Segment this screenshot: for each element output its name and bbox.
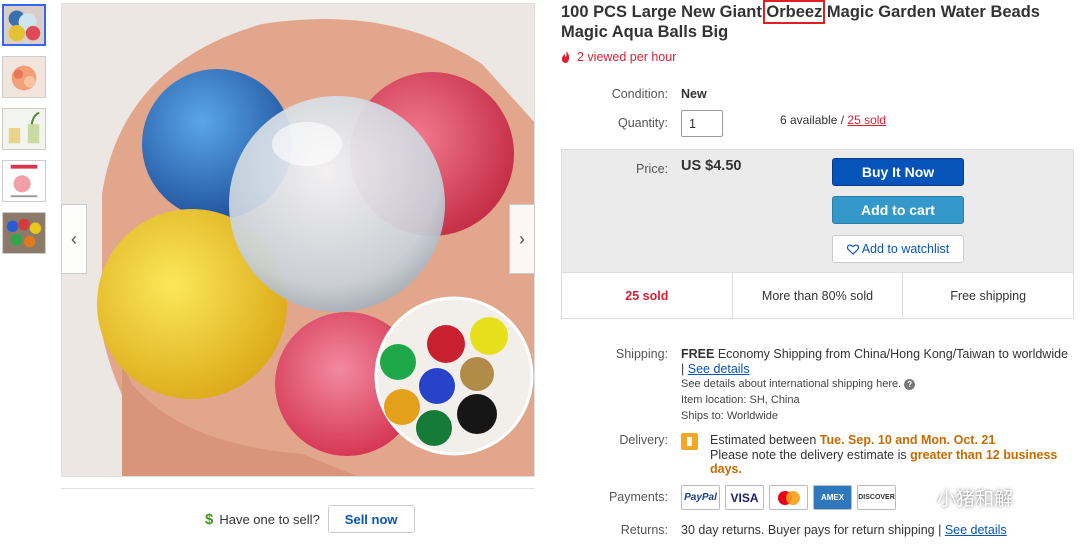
thumbnail-1[interactable] (2, 4, 46, 46)
ships-to: Ships to: Worldwide (681, 410, 779, 422)
watermark-text: 小猪和解 (937, 489, 1014, 510)
add-to-watchlist-button[interactable]: Add to watchlist (832, 235, 964, 263)
watchlist-label: Add to watchlist (861, 242, 950, 256)
product-title: 100 PCS Large New Giant Orbeez Magic Gar… (561, 0, 1066, 42)
quantity-input[interactable] (681, 110, 723, 137)
shipping-desc: Economy Shipping from China/Hong Kong/Ta… (717, 347, 1069, 361)
product-image[interactable] (61, 3, 535, 477)
shipping-details-link[interactable]: See details (688, 362, 750, 376)
info-icon[interactable]: ? (904, 378, 916, 390)
delivery-date-1: Tue. Sep. 10 (819, 433, 892, 447)
price-label: Price: (636, 162, 668, 176)
thumbnail-4[interactable] (2, 160, 46, 202)
discover-icon: DISCOVER (857, 485, 896, 510)
watermark: 小猪和解 (905, 484, 1013, 511)
shipping-separator: | (681, 362, 685, 376)
viewed-text: 2 viewed per hour (577, 50, 677, 64)
divider (61, 488, 535, 489)
paypal-icon: PayPal (681, 485, 720, 510)
sell-now-button[interactable]: Sell now (327, 505, 415, 533)
dollar-icon: $ (205, 510, 214, 528)
stats-bar: 25 sold More than 80% sold Free shipping (561, 273, 1074, 319)
visa-icon: VISA (725, 485, 764, 510)
intl-shipping-text: See details about international shipping… (681, 378, 902, 390)
price-value: US $4.50 (681, 158, 742, 174)
mastercard-icon (769, 485, 808, 510)
payments-label: Payments: (608, 490, 668, 504)
thumbnail-5[interactable] (2, 212, 46, 254)
wechat-icon (905, 487, 931, 508)
viewed-per-hour: 2 viewed per hour (561, 50, 676, 64)
delivery-estimate: Estimated between Tue. Sep. 10 and Mon. … (710, 433, 1065, 477)
amex-icon: AMEX (813, 485, 852, 510)
quantity-label: Quantity: (617, 116, 668, 130)
shipping-value: FREE Economy Shipping from China/Hong Ko… (681, 347, 1076, 377)
condition-label: Condition: (611, 87, 668, 101)
shipping-free: FREE (681, 347, 715, 361)
image-next-button[interactable]: › (509, 204, 535, 274)
buy-it-now-button[interactable]: Buy It Now (832, 158, 964, 186)
stat-free-shipping: Free shipping (950, 288, 1027, 303)
sell-prompt-text: Have one to sell? (219, 511, 320, 527)
heart-icon (846, 243, 859, 255)
shipping-label: Shipping: (615, 347, 668, 361)
delivery-and: and (891, 433, 921, 447)
chevron-left-icon: ‹ (71, 228, 77, 249)
returns-label: Returns: (620, 523, 668, 537)
stat-percent-sold: More than 80% sold (733, 273, 904, 318)
image-prev-button[interactable]: ‹ (61, 204, 87, 274)
availability: 6 available / 25 sold (780, 113, 886, 127)
returns-text: 30 day returns. Buyer pays for return sh… (681, 523, 942, 537)
sell-prompt-row: $ Have one to sell? Sell now (205, 505, 415, 533)
delivery-label: Delivery: (619, 433, 668, 447)
delivery-note: Please note the delivery estimate is (710, 447, 911, 462)
item-location: Item location: SH, China (681, 394, 800, 406)
sold-link[interactable]: 25 sold (847, 113, 886, 127)
available-text: 6 available / (780, 113, 848, 127)
delivery-estimated-text: Estimated between (710, 433, 820, 447)
thumbnail-2[interactable] (2, 56, 46, 98)
title-highlight: Orbeez (763, 0, 826, 24)
returns-value: 30 day returns. Buyer pays for return sh… (681, 523, 1007, 537)
payment-methods: PayPal VISA AMEX DISCOVER (681, 485, 896, 510)
condition-value: New (681, 87, 707, 101)
delivery-icon (681, 433, 698, 450)
flame-icon (562, 51, 570, 63)
add-to-cart-button[interactable]: Add to cart (832, 196, 964, 224)
title-part-1: 100 PCS Large New Giant (561, 3, 767, 21)
delivery-date-2: Mon. Oct. 21 (920, 433, 996, 447)
stat-sold: 25 sold (562, 273, 733, 318)
intl-shipping-note: See details about international shipping… (681, 378, 916, 390)
returns-details-link[interactable]: See details (945, 523, 1007, 537)
chevron-right-icon: › (519, 228, 525, 249)
thumbnail-3[interactable] (2, 108, 46, 150)
